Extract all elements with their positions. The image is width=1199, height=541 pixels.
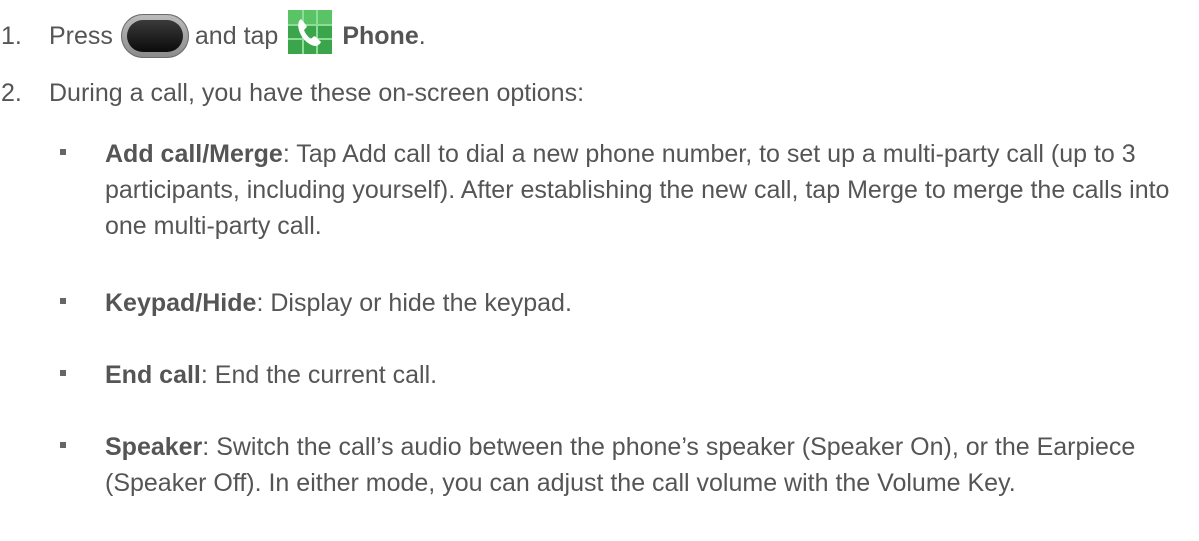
- phone-label: Phone: [342, 22, 419, 50]
- list-item-speaker: Speaker: Switch the call’s audio between…: [60, 429, 1189, 501]
- list-item-add-call-merge: Add call/Merge: Tap Add call to dial a n…: [60, 136, 1189, 244]
- step-2: 2. During a call, you have these on-scre…: [0, 75, 584, 111]
- bullet-icon: [60, 442, 66, 448]
- bullet-icon: [60, 298, 66, 304]
- option-title: Add call/Merge: [105, 140, 283, 168]
- bullet-icon: [60, 370, 66, 376]
- list-item-text: Keypad/Hide: Display or hide the keypad.: [105, 285, 1189, 321]
- list-item-text: Speaker: Switch the call’s audio between…: [105, 429, 1189, 501]
- list-item-keypad-hide: Keypad/Hide: Display or hide the keypad.: [60, 285, 1189, 321]
- home-key-icon: [120, 14, 189, 58]
- option-title: End call: [105, 361, 201, 389]
- step-1: 1. Press and tap Phone .: [0, 10, 426, 58]
- step-text-press: Press: [49, 22, 113, 50]
- document-page: { "steps": [ { "number": "1.", "text_bef…: [0, 0, 1199, 541]
- option-description: : End the current call.: [200, 361, 438, 389]
- option-description: : Display or hide the keypad.: [256, 289, 572, 317]
- list-item-text: End call: End the current call.: [105, 357, 1189, 393]
- step-text: During a call, you have these on-screen …: [49, 79, 585, 107]
- list-item-end-call: End call: End the current call.: [60, 357, 1189, 393]
- option-title: Speaker: [105, 433, 203, 461]
- step-text-and-tap: and tap: [194, 22, 279, 50]
- phone-app-icon: [288, 10, 333, 54]
- bullet-icon: [60, 149, 66, 155]
- step-text-period: .: [418, 22, 426, 50]
- step-number: 1.: [1, 22, 22, 50]
- list-item-text: Add call/Merge: Tap Add call to dial a n…: [105, 136, 1189, 244]
- step-number: 2.: [1, 79, 22, 107]
- option-title: Keypad/Hide: [105, 289, 257, 317]
- option-description: : Switch the call’s audio between the ph…: [105, 433, 1136, 497]
